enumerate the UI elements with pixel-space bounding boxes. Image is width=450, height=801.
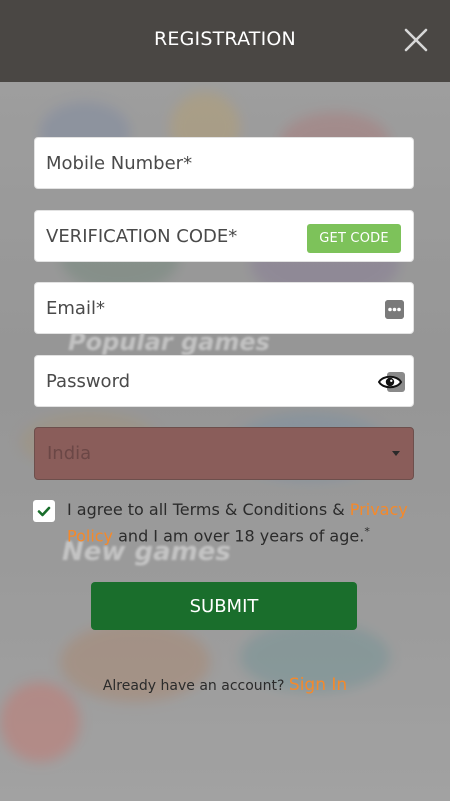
country-select[interactable]: India [34, 427, 414, 480]
password-input[interactable] [46, 356, 346, 406]
sign-in-link[interactable]: Sign In [289, 675, 347, 695]
mobile-number-input[interactable] [46, 138, 346, 188]
show-password-eye-icon[interactable] [378, 370, 406, 394]
chevron-down-icon [392, 451, 400, 456]
verification-code-field: GET CODE [34, 210, 414, 262]
country-select-value: India [47, 443, 92, 464]
header-bar: REGISTRATION [0, 0, 450, 82]
mobile-number-field [34, 137, 414, 189]
password-manager-icon[interactable] [385, 300, 404, 319]
already-have-account-text: Already have an account? [102, 678, 289, 694]
password-field [34, 355, 414, 407]
terms-checkbox[interactable] [33, 500, 55, 522]
sign-in-prompt: Already have an account? Sign In [0, 675, 450, 695]
get-code-button[interactable]: GET CODE [307, 224, 401, 253]
terms-agreement-text: I agree to all Terms & Conditions & Priv… [67, 499, 417, 547]
required-asterisk: * [364, 525, 370, 538]
checkmark-icon [37, 506, 51, 517]
close-icon[interactable] [402, 26, 430, 54]
verification-code-input[interactable] [46, 211, 346, 261]
terms-text-part1: I agree to all Terms & Conditions & [67, 500, 350, 519]
terms-text-part2: and I am over 18 years of age. [113, 526, 365, 546]
email-input[interactable] [46, 283, 346, 333]
page-title: REGISTRATION [154, 28, 296, 50]
email-field [34, 282, 414, 334]
submit-button[interactable]: SUBMIT [91, 582, 357, 630]
